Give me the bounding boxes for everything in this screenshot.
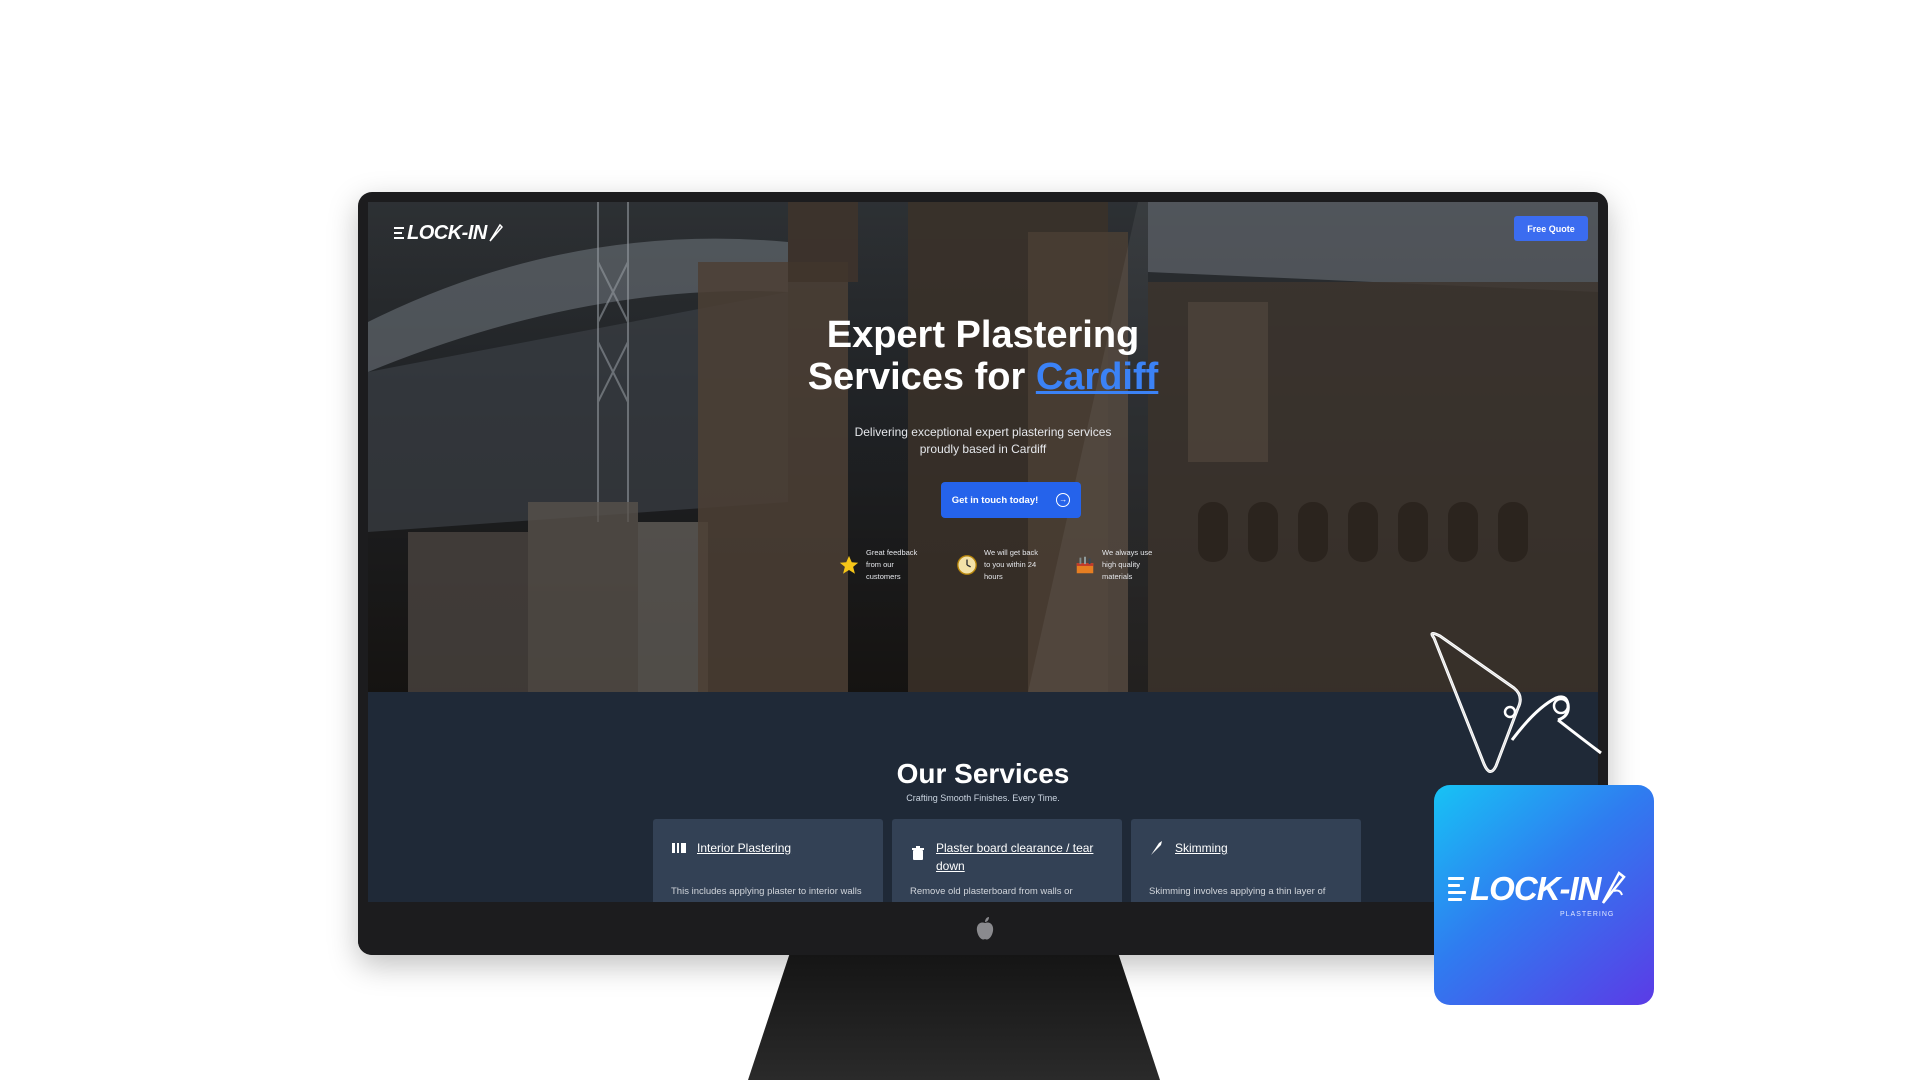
service-card-header: Skimming — [1149, 839, 1349, 857]
site-logo[interactable]: LOCK-IN — [394, 218, 503, 248]
monitor-chin — [358, 902, 1608, 955]
feature-text: Great feedback from our customers — [866, 548, 918, 581]
service-card-description: This includes applying plaster to interi… — [671, 886, 862, 897]
hero-features: Great feedback from our customers We wil… — [838, 547, 1158, 583]
logo-trowel-icon — [1602, 871, 1627, 904]
trash-icon — [912, 846, 924, 860]
logo-speed-lines — [394, 227, 404, 239]
monitor-frame: LOCK-IN Free Quote Expert Plastering Ser… — [358, 192, 1608, 955]
services-cards: Interior Plastering This includes applyi… — [653, 819, 1361, 902]
logo-text: LOCK-IN — [407, 221, 487, 244]
service-card-title[interactable]: Plaster board clearance / tear down — [936, 839, 1110, 875]
service-card-title[interactable]: Interior Plastering — [697, 839, 791, 857]
service-card-description: Remove old plasterboard from walls or ce… — [910, 886, 1073, 897]
feature-item: We always use high quality materials — [1074, 547, 1158, 583]
hero-title: Expert Plastering Services for Cardiff — [368, 314, 1598, 398]
services-title: Our Services — [896, 758, 1070, 789]
service-card-description: Skimming involves applying a thin layer … — [1149, 886, 1326, 897]
website-screen: LOCK-IN Free Quote Expert Plastering Ser… — [368, 202, 1598, 902]
wall-icon — [672, 843, 686, 853]
toolbox-icon — [1076, 556, 1094, 574]
hero-title-accent: Cardiff — [1035, 356, 1159, 398]
services-subtitle: Crafting Smooth Finishes. Every Time. — [906, 793, 1060, 803]
hero-title-line1: Expert Plastering — [826, 314, 1140, 356]
feature-text: We will get back to you within 24 hours — [984, 548, 1039, 581]
apple-logo-icon — [976, 917, 994, 940]
hero-section: LOCK-IN Free Quote Expert Plastering Ser… — [368, 202, 1598, 692]
arrow-right-icon: → — [1056, 493, 1071, 507]
service-card[interactable]: Plaster board clearance / tear down Remo… — [892, 819, 1122, 902]
service-card-title[interactable]: Skimming — [1175, 839, 1228, 857]
free-quote-button[interactable]: Free Quote — [1514, 216, 1588, 241]
hero-title-prefix: Services for — [807, 356, 1036, 398]
app-icon-tile: LOCK-IN PLASTERING — [1434, 785, 1654, 1005]
monitor-stand — [748, 955, 1160, 1080]
feature-text: We always use high quality materials — [1102, 548, 1153, 581]
get-in-touch-button[interactable]: Get in touch today! → — [941, 482, 1081, 518]
clock-icon — [957, 555, 977, 575]
service-card[interactable]: Skimming Skimming involves applying a th… — [1131, 819, 1361, 902]
logo-trowel-icon — [489, 223, 503, 242]
tile-logo-text: LOCK-IN — [1470, 870, 1601, 907]
service-card[interactable]: Interior Plastering This includes applyi… — [653, 819, 883, 902]
trowel-icon — [1151, 841, 1162, 855]
service-card-header: Plaster board clearance / tear down — [910, 839, 1110, 875]
feature-item: Great feedback from our customers — [838, 547, 922, 583]
get-in-touch-label: Get in touch today! — [951, 494, 1039, 506]
star-icon — [839, 555, 859, 574]
service-card-header: Interior Plastering — [671, 839, 871, 857]
services-section: Our Services Crafting Smooth Finishes. E… — [368, 692, 1598, 902]
hero-subtitle: Delivering exceptional expert plastering… — [854, 425, 1112, 456]
trowel-icon — [1430, 631, 1602, 773]
tile-logo: LOCK-IN — [1448, 869, 1627, 909]
tile-tagline: PLASTERING — [1560, 911, 1615, 918]
logo-speed-lines — [1448, 877, 1466, 901]
feature-item: We will get back to you within 24 hours — [956, 547, 1040, 583]
